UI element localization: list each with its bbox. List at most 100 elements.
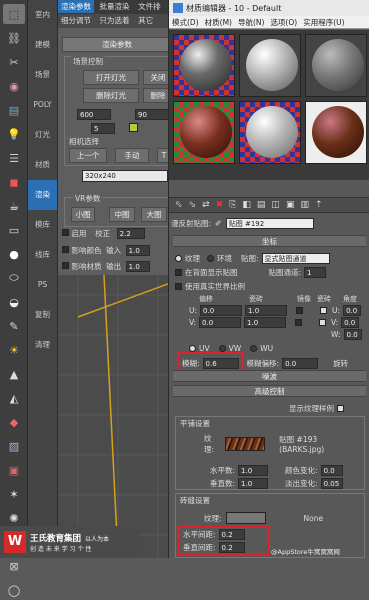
render-params-header[interactable]: 渲染参数 <box>62 37 172 52</box>
input-field[interactable]: 1.0 <box>125 245 150 256</box>
cube-icon[interactable]: ◆ <box>3 412 25 432</box>
map-channel-type-field[interactable]: 显式贴图通道 <box>261 252 330 264</box>
uv-radio[interactable] <box>189 344 196 352</box>
menu-navigation[interactable]: 导航(N) <box>235 17 267 28</box>
assign-material-icon[interactable]: ⇄ <box>202 200 210 210</box>
value-5-field[interactable]: 5 <box>91 123 115 134</box>
light-bulb-icon[interactable]: 💡 <box>3 124 25 144</box>
viewport[interactable] <box>58 274 177 559</box>
value-90-field[interactable]: 90 <box>135 109 169 120</box>
menu-material[interactable]: 材质(M) <box>202 17 235 28</box>
advanced-control-rollout[interactable]: 高级控制 <box>173 385 366 397</box>
sidebar-item-render[interactable]: 渲染 <box>28 180 57 210</box>
show-texture-checkbox[interactable] <box>337 404 344 412</box>
blur-field[interactable]: 0.6 <box>202 357 239 369</box>
sidebar-item-cleanup[interactable]: 清理 <box>28 330 57 360</box>
list-icon[interactable]: ☰ <box>3 148 25 168</box>
large-image-button[interactable]: 大图 <box>141 207 167 222</box>
texture-radio[interactable] <box>175 254 182 262</box>
affect-material-checkbox[interactable] <box>62 262 69 269</box>
u-offset-field[interactable]: 0.0 <box>200 304 243 316</box>
w-angle-field[interactable]: 0.0 <box>343 328 362 340</box>
sidebar-item-light[interactable]: 灯光 <box>28 120 57 150</box>
wu-radio[interactable] <box>250 344 258 352</box>
display-icon[interactable]: ▭ <box>3 220 25 240</box>
h-gap-field[interactable]: 0.2 <box>218 529 245 540</box>
sample-slot-4[interactable] <box>173 101 235 164</box>
noise-rollout[interactable]: 噪波 <box>173 370 366 382</box>
sidebar-item-modeling[interactable]: 建模 <box>28 30 57 60</box>
v-gap-field[interactable]: 0.2 <box>218 542 245 553</box>
output-field[interactable]: 1.0 <box>125 261 150 272</box>
sidebar-item-poly[interactable]: POLY <box>28 90 57 120</box>
small-image-button[interactable]: 小图 <box>71 207 95 222</box>
enable-checkbox[interactable] <box>62 229 69 236</box>
star-icon[interactable]: ✶ <box>3 484 25 504</box>
coordinates-rollout[interactable]: 坐标 <box>173 235 366 247</box>
v-tiling-field[interactable]: 1.0 <box>244 316 287 328</box>
sidebar-item-line-lib[interactable]: 线库 <box>28 240 57 270</box>
menu-mode[interactable]: 模式(D) <box>169 17 202 28</box>
copy-icon[interactable]: ⎘ <box>229 200 236 210</box>
teapot-icon[interactable]: ☕ <box>3 196 25 216</box>
sample-slot-3[interactable] <box>305 34 367 97</box>
link-icon[interactable]: ⛓ <box>3 28 25 48</box>
library-icon[interactable]: ▤ <box>257 200 266 210</box>
grout-map-button[interactable]: None <box>304 514 324 523</box>
v-offset-field[interactable]: 0.0 <box>199 316 242 328</box>
hatch-icon[interactable]: ▨ <box>3 436 25 456</box>
rotate-button[interactable]: 旋转 <box>333 358 348 369</box>
put-material-icon[interactable]: ⬂ <box>189 200 197 210</box>
h-count-field[interactable]: 1.0 <box>238 465 269 476</box>
sample-slot-1[interactable] <box>173 34 235 97</box>
reset-icon[interactable]: ✖ <box>216 200 224 210</box>
fan-icon[interactable]: ✺ <box>3 508 25 528</box>
tab-subdivision[interactable]: 细分调节 <box>58 14 94 27</box>
tab-render-params[interactable]: 渲染参数 <box>58 0 94 13</box>
tab-other[interactable]: 其它 <box>135 14 156 27</box>
tab-selected-only[interactable]: 只为选着 <box>97 14 133 27</box>
light-on-button[interactable]: 打开灯光 <box>83 70 139 85</box>
sidebar-item-model-lib[interactable]: 模库 <box>28 210 57 240</box>
map-channel-field[interactable]: 1 <box>304 266 327 278</box>
dome-icon[interactable]: ◒ <box>3 292 25 312</box>
correct-field[interactable]: 2.2 <box>116 228 145 239</box>
environment-radio[interactable] <box>207 254 214 262</box>
delete-light-button[interactable]: 删除灯光 <box>83 88 139 103</box>
tab-file[interactable]: 文件排 <box>135 0 164 13</box>
pyramid-icon[interactable]: ◭ <box>3 388 25 408</box>
sidebar-item-interior[interactable]: 室内 <box>28 0 57 30</box>
brush-icon[interactable]: ✎ <box>3 316 25 336</box>
show-back-checkbox[interactable] <box>175 268 182 276</box>
affect-color-checkbox[interactable] <box>62 246 69 253</box>
sidebar-item-material[interactable]: 材质 <box>28 150 57 180</box>
resolution-field[interactable]: 320x240 <box>82 170 168 182</box>
wire-icon[interactable]: ⊠ <box>3 556 25 576</box>
prev-camera-button[interactable]: 上一个 <box>69 148 107 163</box>
sample-slot-2[interactable] <box>239 34 301 97</box>
show-map-icon[interactable]: ▣ <box>286 200 295 210</box>
texture-swatch[interactable] <box>225 437 266 451</box>
blur-offset-field[interactable]: 0.0 <box>282 357 319 369</box>
bind-icon[interactable]: ◉ <box>3 76 25 96</box>
u-tile-checkbox[interactable] <box>320 306 328 314</box>
layer-icon[interactable]: ▤ <box>3 100 25 120</box>
menu-options[interactable]: 选项(O) <box>267 17 300 28</box>
color-var-field[interactable]: 0.0 <box>320 465 343 476</box>
real-world-checkbox[interactable] <box>175 282 182 290</box>
eyedropper-icon[interactable]: ✐ <box>215 219 222 228</box>
value-600-field[interactable]: 600 <box>77 109 111 120</box>
map-name-field[interactable]: 贴图 #192 <box>225 217 314 229</box>
unique-icon[interactable]: ◧ <box>242 200 251 210</box>
u-tiling-field[interactable]: 1.0 <box>245 304 288 316</box>
go-parent-icon[interactable]: ⇡ <box>315 200 323 210</box>
sphere-icon[interactable]: ● <box>3 244 25 264</box>
sidebar-item-copy[interactable]: 复制 <box>28 300 57 330</box>
ring-icon[interactable]: ◯ <box>3 580 25 600</box>
color-swatch[interactable] <box>129 123 138 132</box>
unlink-icon[interactable]: ✂ <box>3 52 25 72</box>
fade-var-field[interactable]: 0.05 <box>320 478 343 489</box>
vw-radio[interactable] <box>218 344 226 352</box>
select-icon[interactable]: ⬚ <box>3 4 25 24</box>
box-icon[interactable]: ▣ <box>3 460 25 480</box>
